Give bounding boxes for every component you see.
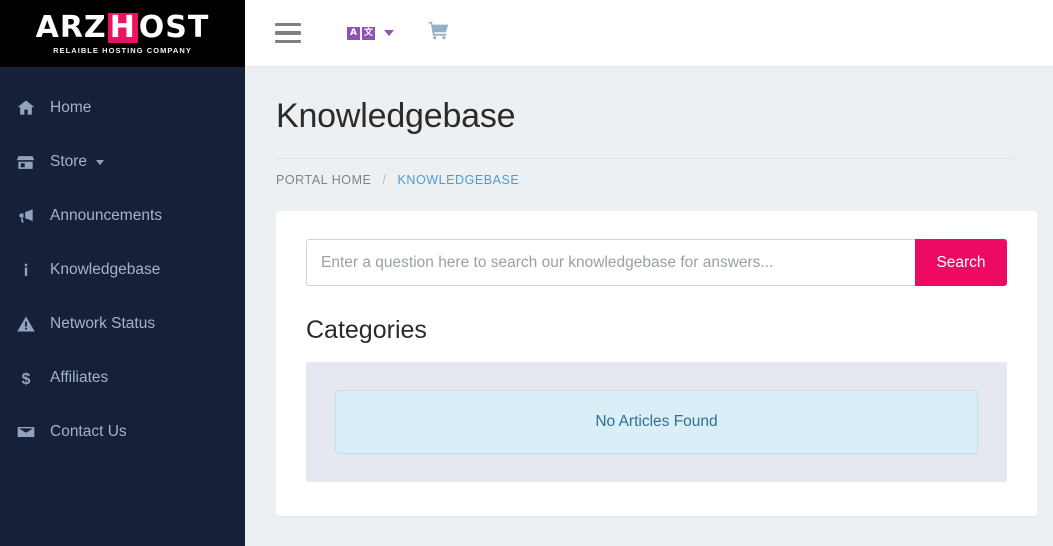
categories-panel: No Articles Found: [306, 362, 1007, 483]
translate-icon-latin: A: [347, 26, 360, 40]
search-input[interactable]: [306, 239, 915, 287]
sidebar-item-announcements[interactable]: Announcements: [0, 189, 245, 243]
sidebar-item-label: Knowledgebase: [50, 261, 161, 278]
page-root: ARZ H OST RELAIBLE HOSTING COMPANY Home St…: [0, 0, 1053, 546]
chevron-down-icon: [96, 159, 105, 165]
language-switcher[interactable]: A 文: [347, 26, 394, 40]
logo-tagline: RELAIBLE HOSTING COMPANY: [53, 45, 192, 55]
sidebar-item-store[interactable]: Store: [0, 135, 245, 189]
sidebar-nav: Home Store Announcements Knowledgebase N…: [0, 67, 245, 459]
translate-icon-cjk: 文: [362, 26, 375, 40]
logo-text-part1: ARZ: [35, 9, 107, 45]
no-articles-alert: No Articles Found: [335, 390, 978, 455]
sidebar-item-label: Announcements: [50, 207, 163, 224]
dollar-icon: $: [16, 368, 48, 388]
sidebar-item-label: Home: [50, 99, 92, 116]
chevron-down-icon: [384, 30, 394, 36]
page-title: Knowledgebase: [276, 97, 516, 135]
categories-heading: Categories: [306, 316, 427, 345]
sidebar-item-network-status[interactable]: Network Status: [0, 297, 245, 351]
breadcrumb: PORTAL HOME / KNOWLEDGEBASE: [276, 159, 1015, 187]
breadcrumb-portal-home[interactable]: PORTAL HOME: [276, 173, 371, 187]
page-content: Knowledgebase PORTAL HOME / KNOWLEDGEBAS…: [245, 67, 1053, 546]
main-area: A 文 Knowledgebase PORTAL HOME / KNOWLEDG…: [245, 0, 1053, 546]
breadcrumb-separator: /: [382, 173, 387, 188]
page-header: Knowledgebase PORTAL HOME / KNOWLEDGEBAS…: [245, 67, 1045, 187]
search-button[interactable]: Search: [915, 239, 1007, 287]
envelope-icon: [16, 422, 48, 442]
hamburger-icon[interactable]: [275, 23, 301, 43]
sidebar-item-knowledgebase[interactable]: Knowledgebase: [0, 243, 245, 297]
knowledgebase-card: Search Categories No Articles Found: [276, 211, 1037, 517]
shopping-cart-button[interactable]: [428, 20, 450, 47]
sidebar-item-home[interactable]: Home: [0, 81, 245, 135]
sidebar-item-label: Contact Us: [50, 423, 127, 440]
warning-triangle-icon: [16, 314, 48, 334]
breadcrumb-knowledgebase[interactable]: KNOWLEDGEBASE: [398, 173, 520, 187]
sidebar: ARZ H OST RELAIBLE HOSTING COMPANY Home St…: [0, 0, 245, 546]
info-icon: [16, 260, 48, 280]
svg-text:$: $: [22, 371, 31, 388]
bullhorn-icon: [16, 206, 48, 226]
home-icon: [16, 98, 48, 118]
brand-logo[interactable]: ARZ H OST RELAIBLE HOSTING COMPANY: [0, 0, 245, 67]
sidebar-item-contact-us[interactable]: Contact Us: [0, 405, 245, 459]
logo-wordmark: ARZ H OST: [35, 9, 210, 45]
logo-text-highlight: H: [107, 9, 138, 45]
translate-icon: A 文: [347, 26, 377, 40]
sidebar-item-label: Network Status: [50, 315, 156, 332]
logo-text-part2: OST: [138, 9, 210, 45]
sidebar-item-label: Affiliates: [50, 369, 109, 386]
top-navbar: A 文: [245, 0, 1053, 67]
search-form: Search: [306, 239, 1007, 287]
shopping-cart-icon: [428, 20, 450, 47]
sidebar-item-label: Store: [50, 153, 88, 170]
sidebar-item-affiliates[interactable]: $ Affiliates: [0, 351, 245, 405]
store-icon: [16, 153, 48, 172]
